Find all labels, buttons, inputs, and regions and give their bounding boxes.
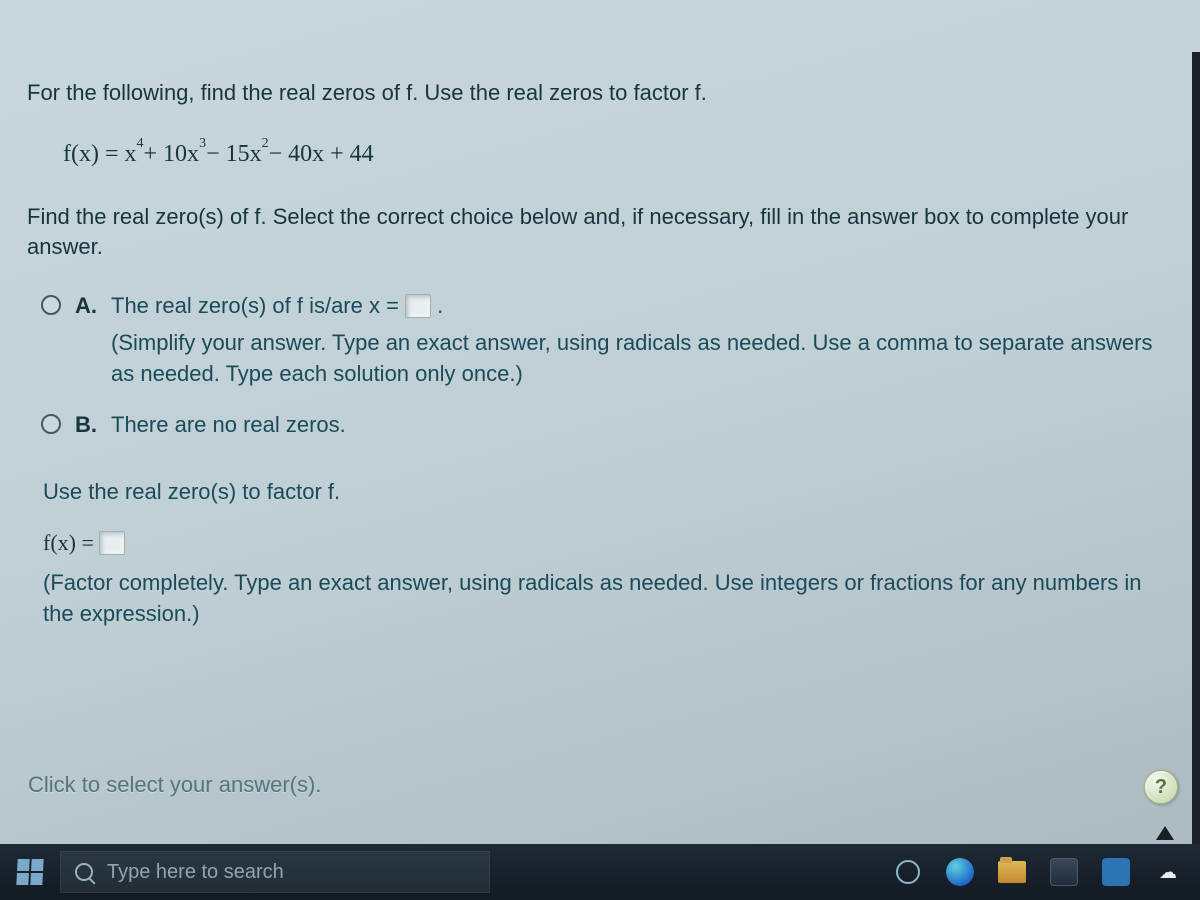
choice-B[interactable]: B. There are no real zeros. <box>41 410 1180 441</box>
edge-icon[interactable] <box>946 858 974 886</box>
eqn-part: − 40x + 44 <box>269 138 374 170</box>
help-button[interactable]: ? <box>1144 770 1178 804</box>
radio-B[interactable] <box>41 414 61 434</box>
footer-instruction: Click to select your answer(s). <box>28 772 321 798</box>
question-prompt-2: Find the real zero(s) of f. Select the c… <box>15 202 1190 291</box>
choice-A-text: The real zero(s) of f is/are x = <box>111 293 405 318</box>
choice-A-hint: (Simplify your answer. Type an exact ans… <box>111 328 1180 390</box>
answer-box-zeros[interactable] <box>405 294 431 318</box>
eqn-part: − 15x <box>206 138 262 170</box>
choice-A-period: . <box>437 293 443 318</box>
section-factor-prompt: Use the real zero(s) to factor f. <box>15 467 1190 529</box>
search-icon <box>75 863 93 881</box>
app-icon[interactable] <box>1102 858 1130 886</box>
question-prompt-1: For the following, find the real zeros o… <box>15 60 1190 138</box>
exponent-3: 3 <box>199 135 206 154</box>
file-explorer-icon[interactable] <box>998 858 1026 886</box>
taskbar-search[interactable]: Type here to search <box>60 851 490 893</box>
choice-A-letter: A. <box>75 291 97 389</box>
search-placeholder: Type here to search <box>107 861 284 884</box>
store-icon[interactable] <box>1050 858 1078 886</box>
exponent-2: 2 <box>262 135 269 154</box>
factor-hint: (Factor completely. Type an exact answer… <box>15 564 1190 670</box>
scroll-arrow-icon[interactable] <box>1156 826 1174 840</box>
content-panel: For the following, find the real zeros o… <box>0 0 1200 900</box>
taskbar-tray: ☁ <box>894 858 1200 886</box>
frame-right <box>1192 52 1200 844</box>
exponent-4: 4 <box>137 135 144 154</box>
radio-A[interactable] <box>41 295 61 315</box>
choice-A[interactable]: A. The real zero(s) of f is/are x = . (S… <box>41 291 1180 389</box>
windows-logo-icon <box>16 859 43 885</box>
answer-box-factored[interactable] <box>99 531 125 555</box>
factor-lhs: f(x) = <box>43 530 99 555</box>
taskbar: Type here to search ☁ <box>0 844 1200 900</box>
choice-B-letter: B. <box>75 410 97 441</box>
start-button[interactable] <box>0 844 60 900</box>
equation-display: f(x) = x4 + 10x3 − 15x2 − 40x + 44 <box>15 138 1190 202</box>
eqn-part: f(x) = x <box>63 138 137 170</box>
choice-B-text: There are no real zeros. <box>111 410 1180 441</box>
eqn-part: + 10x <box>144 138 200 170</box>
cortana-icon[interactable] <box>894 858 922 886</box>
weather-icon[interactable]: ☁ <box>1154 858 1182 886</box>
